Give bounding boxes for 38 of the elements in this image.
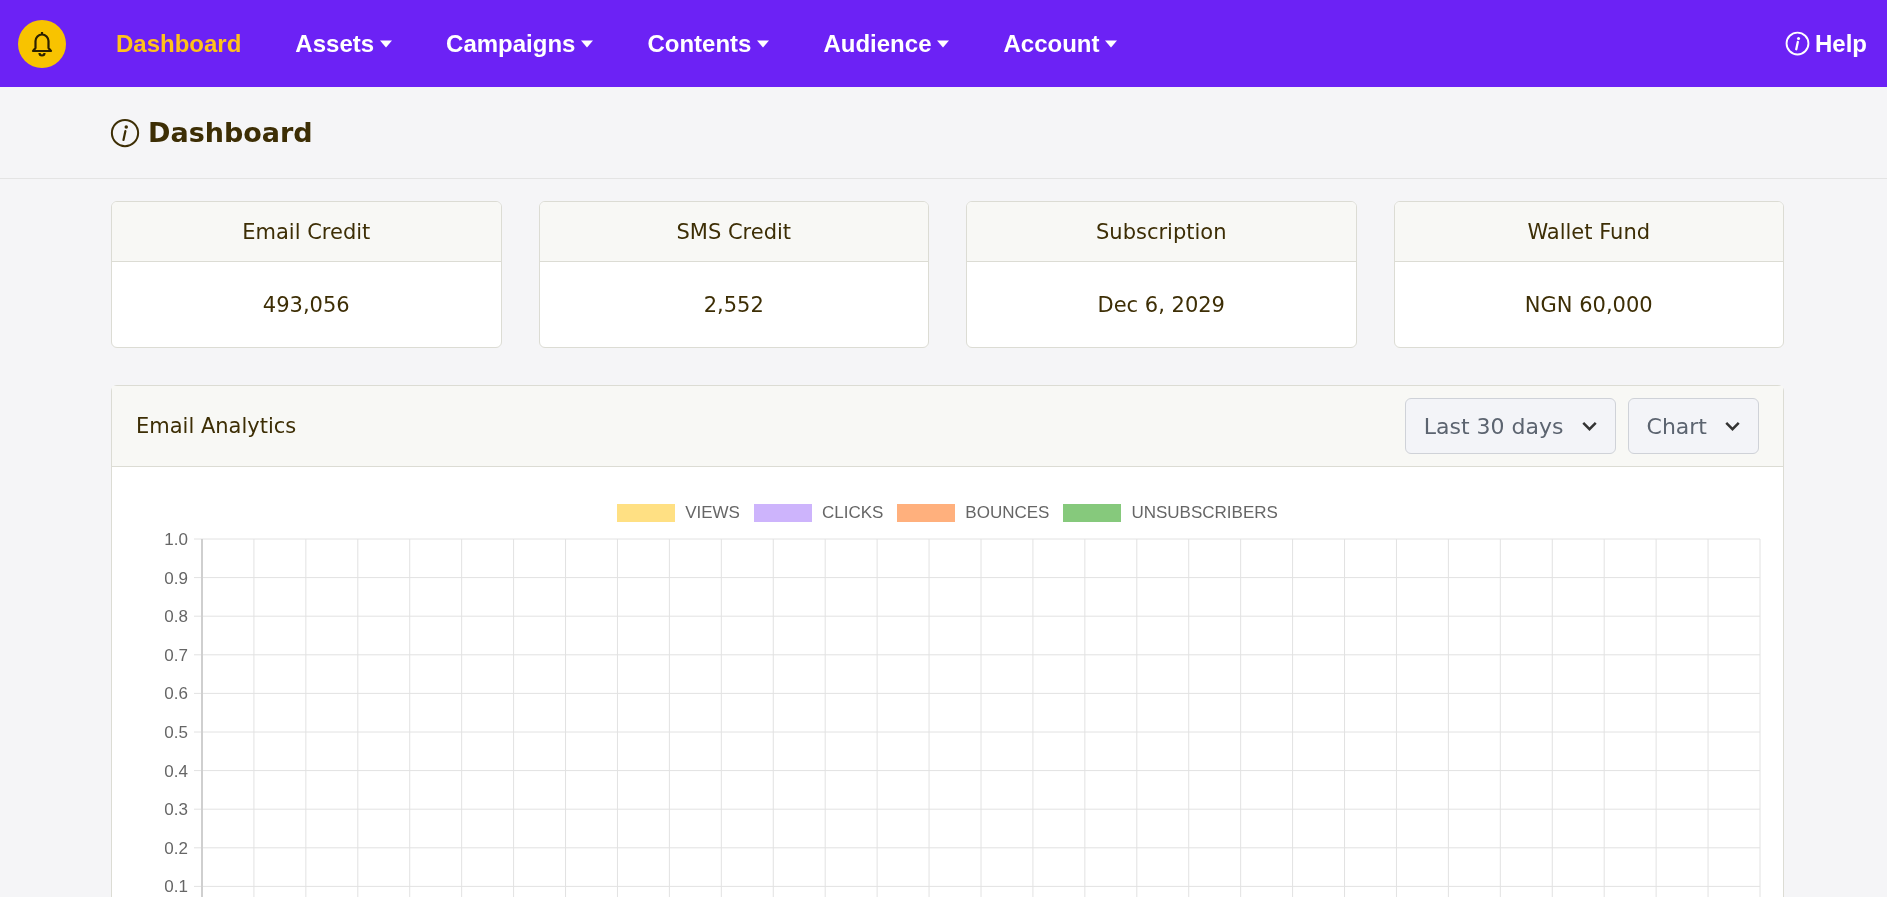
y-tick-label: 0.2	[164, 838, 188, 858]
legend-label: CLICKS	[821, 503, 884, 523]
nav-menu-item[interactable]: Audience	[823, 29, 950, 58]
help-link[interactable]: Help	[1785, 29, 1867, 58]
chevron-down-icon	[1725, 421, 1740, 431]
y-tick-label: 0.6	[164, 684, 188, 704]
y-tick-label: 1.0	[164, 530, 188, 549]
bell-logo-icon[interactable]	[18, 19, 66, 68]
nav-menu-item[interactable]: Account	[1003, 29, 1118, 58]
page-title: Dashboard	[148, 117, 313, 148]
info-icon	[1785, 31, 1810, 56]
info-icon	[110, 117, 140, 148]
period-dropdown[interactable]: Last 30 days	[1404, 398, 1616, 454]
y-tick-label: 0.3	[164, 800, 188, 820]
legend-label: BOUNCES	[965, 503, 1050, 523]
y-tick-label: 0.8	[164, 607, 188, 627]
nav-menu-item[interactable]: Assets	[295, 29, 393, 58]
y-tick-label: 0.4	[164, 761, 188, 781]
nav-menu-item[interactable]: Campaigns	[446, 29, 594, 58]
nav-menu-item[interactable]: Contents	[647, 29, 770, 58]
stat-label: Email Credit	[112, 202, 501, 262]
view-dropdown[interactable]: Chart	[1627, 398, 1759, 454]
panel-title: Email Analytics	[136, 414, 297, 438]
stat-label: Subscription	[967, 202, 1356, 262]
stat-value: 2,552	[702, 291, 765, 319]
y-tick-label: 0.5	[164, 723, 188, 742]
y-tick-label: 0.9	[164, 568, 188, 588]
stat-value: Dec 6, 2029	[1096, 291, 1226, 319]
y-tick-label: 0.1	[164, 877, 188, 897]
nav-menu-item[interactable]: Dashboard	[116, 29, 242, 58]
chevron-down-icon	[1581, 421, 1597, 431]
stat-label: SMS Credit	[539, 202, 928, 262]
legend-label: UNSUBSCRIBERS	[1131, 503, 1278, 523]
stat-label: Wallet Fund	[1394, 202, 1783, 262]
stat-value: 493,056	[261, 291, 351, 319]
stat-value: NGN 60,000	[1523, 291, 1654, 319]
y-tick-label: 0.7	[164, 645, 188, 665]
legend-label: VIEWS	[685, 503, 740, 523]
